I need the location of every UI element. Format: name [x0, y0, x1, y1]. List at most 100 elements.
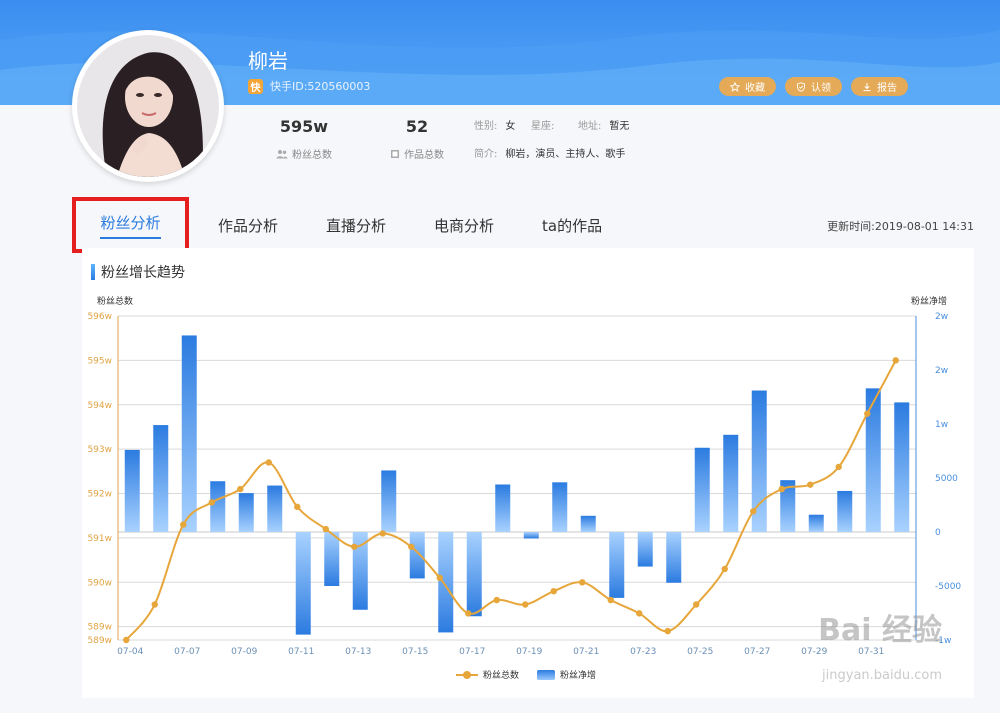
x-tick-label: 07-23: [630, 647, 656, 657]
favorite-button[interactable]: 收藏: [719, 77, 776, 96]
fans-net-bar: [438, 532, 454, 633]
fans-net-bar: [124, 449, 140, 532]
avatar-image: [77, 35, 219, 177]
kuaishou-icon: 快: [248, 78, 263, 94]
intro-info: 简介: 柳岩，演员、主持人、歌手: [474, 145, 625, 160]
fans-net-bar: [637, 532, 653, 567]
left-tick-label: 591w: [87, 534, 112, 544]
fans-total-point: [436, 574, 443, 582]
uid-text: 快手ID:520560003: [270, 80, 371, 93]
shield-icon: [796, 81, 806, 92]
download-icon: [863, 82, 871, 91]
left-tick-label: 590w: [87, 578, 112, 588]
fans-net-bar: [466, 532, 482, 617]
legend-item-fans-net[interactable]: 粉丝净增: [537, 668, 596, 681]
claim-button[interactable]: 认领: [785, 77, 842, 96]
fans-net-bar: [181, 335, 197, 532]
x-tick-label: 07-27: [744, 647, 770, 657]
works-label: 作品总数: [404, 150, 444, 161]
fans-total-point: [522, 601, 529, 608]
legend-label-fans-net: 粉丝净增: [560, 671, 597, 681]
fans-net-bar: [808, 514, 824, 532]
fans-total-point: [379, 530, 386, 537]
x-tick-label: 07-13: [345, 647, 371, 657]
legend-label-fans-total: 粉丝总数: [483, 671, 520, 681]
avatar[interactable]: [72, 30, 224, 182]
profile-name: 柳岩: [248, 49, 288, 73]
works-icon: [391, 149, 399, 158]
gender-key: 性别:: [474, 121, 498, 132]
fans-total-point: [208, 499, 215, 506]
x-tick-label: 07-15: [402, 647, 428, 657]
analysis-tabs: 粉丝分析 作品分析 直播分析 电商分析 ta的作品: [72, 197, 626, 253]
legend-line-swatch: [456, 670, 478, 679]
users-icon: [276, 149, 288, 158]
fans-total-point: [892, 357, 899, 364]
fans-total-point: [750, 508, 757, 515]
update-time: 更新时间:2019-08-01 14:31: [827, 220, 974, 233]
works-label-row: 作品总数: [382, 146, 452, 161]
fans-net-bar: [267, 485, 283, 532]
fans-total-point: [864, 410, 871, 417]
legend-bar-swatch: [537, 669, 556, 680]
fans-total-point: [607, 596, 614, 604]
fans-total-point: [778, 485, 785, 493]
chart-legend: 粉丝总数 粉丝净增: [456, 668, 596, 681]
favorite-label: 收藏: [745, 83, 765, 94]
tab-fans-label: 粉丝分析: [100, 212, 161, 239]
star-icon: [730, 81, 740, 92]
address-key: 地址:: [578, 121, 602, 132]
x-tick-label: 07-07: [174, 647, 200, 657]
zodiac-key: 星座:: [531, 121, 555, 132]
tab-ecommerce-analysis[interactable]: 电商分析: [410, 197, 518, 253]
x-tick-label: 07-04: [117, 647, 143, 657]
fans-total-point: [835, 463, 842, 471]
fans-total-point: [294, 503, 301, 511]
fans-net-bar: [552, 482, 568, 532]
fans-count: 595w: [279, 117, 329, 136]
fans-net-bar: [295, 532, 311, 635]
right-tick-label: 1w: [935, 420, 948, 430]
right-axis-title: 粉丝净增: [911, 297, 948, 307]
left-tick-label: 592w: [87, 490, 112, 500]
left-axis-title: 粉丝总数: [97, 297, 134, 307]
works-count: 52: [405, 117, 429, 136]
fans-net-bar: [694, 447, 710, 532]
x-tick-label: 07-17: [459, 647, 485, 657]
fans-total-point: [664, 627, 671, 635]
left-tick-label: 593w: [87, 445, 112, 455]
zodiac-info: 星座:: [531, 117, 562, 132]
tab-ta-works[interactable]: ta的作品: [518, 197, 626, 253]
fans-net-bar: [666, 532, 682, 583]
claim-label: 认领: [811, 83, 831, 94]
fans-label: 粉丝总数: [292, 150, 332, 161]
right-tick-label: 5000: [935, 474, 958, 484]
fans-net-bar: [837, 490, 853, 532]
baidu-watermark-url: jingyan.baidu.com: [822, 668, 942, 683]
left-tick-label: 589w: [87, 636, 112, 646]
fans-total-point: [408, 543, 415, 550]
left-tick-label: 596w: [87, 312, 112, 322]
tab-fans-analysis[interactable]: 粉丝分析: [72, 197, 189, 253]
fans-net-bar: [352, 532, 368, 610]
x-tick-label: 07-21: [573, 647, 599, 657]
fans-total-point: [322, 525, 329, 533]
legend-item-fans-total[interactable]: 粉丝总数: [456, 668, 519, 681]
address-value: 暂无: [609, 121, 630, 132]
report-button[interactable]: 报告: [851, 77, 908, 96]
fans-net-bar: [495, 484, 511, 532]
right-tick-label: 0: [935, 528, 941, 538]
left-tick-label: 589w: [87, 623, 112, 633]
gender-value: 女: [505, 121, 516, 132]
fans-total-point: [693, 601, 700, 608]
left-tick-label: 594w: [87, 401, 112, 411]
tab-live-analysis[interactable]: 直播分析: [302, 197, 410, 253]
fans-net-bar: [153, 425, 169, 532]
fans-total-point: [721, 565, 728, 573]
tab-works-analysis[interactable]: 作品分析: [194, 197, 302, 253]
fans-net-bar: [324, 532, 340, 586]
fans-net-bar: [580, 515, 596, 532]
x-tick-label: 07-19: [516, 647, 542, 657]
intro-value: 柳岩，演员、主持人、歌手: [505, 149, 626, 160]
fans-total-point: [351, 543, 358, 550]
